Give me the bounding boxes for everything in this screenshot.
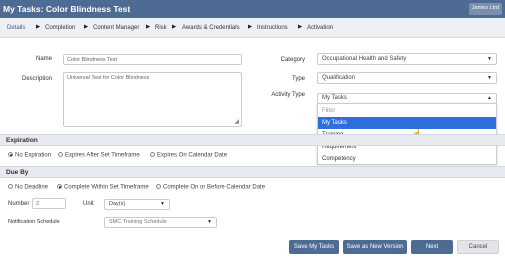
tab-risk[interactable]: Risk [155, 25, 167, 31]
category-value: Occupational Health and Safety [322, 56, 407, 62]
save-as-new-version-button[interactable]: Save as New Version [343, 240, 407, 254]
tab-instructions[interactable]: Instructions [257, 25, 288, 31]
tab-details[interactable]: Details [7, 25, 25, 31]
type-value: Qualification [322, 75, 356, 81]
number-input[interactable]: 2 [32, 198, 66, 209]
radio-label: Expires On Calendar Date [157, 152, 228, 159]
chevron-right-icon: ▶ [298, 24, 303, 30]
caret-up-icon: ▲ [487, 95, 492, 101]
due-by-section-header: Due By [0, 166, 505, 178]
tab-activation[interactable]: Activation [307, 25, 333, 31]
radio-complete-on-calendar-date[interactable]: Complete On or Before Calendar Date [156, 184, 265, 191]
cancel-button[interactable]: Cancel [457, 240, 499, 254]
chevron-right-icon: ▶ [36, 24, 41, 30]
user-menu-button[interactable]: James Ltrd [468, 3, 502, 15]
save-my-tasks-button[interactable]: Save My Tasks [289, 240, 339, 254]
radio-empty-icon [58, 152, 63, 157]
chevron-right-icon: ▶ [172, 24, 177, 30]
unit-label: Unit [83, 201, 94, 207]
radio-no-deadline[interactable]: No Deadline [8, 184, 48, 191]
radio-label: Complete On or Before Calendar Date [163, 184, 266, 191]
category-label: Category [280, 57, 305, 63]
name-label: Name [35, 56, 52, 62]
dropdown-option-my-tasks[interactable]: My Tasks [318, 117, 496, 129]
due-by-heading: Due By [6, 169, 29, 176]
chevron-right-icon: ▶ [146, 24, 151, 30]
notification-schedule-select[interactable]: SMC Training Schedule ▼ [104, 217, 217, 228]
chevron-right-icon: ▶ [84, 24, 89, 30]
radio-expires-after-timeframe[interactable]: Expires After Set Timeframe [58, 152, 140, 159]
radio-label: Expires After Set Timeframe [65, 152, 140, 159]
radio-expires-on-calendar-date[interactable]: Expires On Calendar Date [150, 152, 227, 159]
unit-select[interactable]: Day(s) ▼ [104, 199, 170, 210]
description-textarea[interactable]: Universal Test for Color Blindness ◢ [63, 72, 242, 127]
radio-label: No Deadline [15, 184, 49, 191]
tab-bar: Details ▶ Completion ▶ Content Manager ▶… [0, 18, 505, 38]
tab-completion[interactable]: Completion [45, 25, 75, 31]
radio-complete-within-timeframe[interactable]: Complete Within Set Timeframe [57, 184, 149, 191]
caret-down-icon: ▼ [207, 219, 212, 225]
app-window: My Tasks: Color Blindness Test James Ltr… [0, 0, 505, 257]
dropdown-option-competency[interactable]: Competency [318, 153, 496, 165]
category-select[interactable]: Occupational Health and Safety ▼ [317, 53, 497, 65]
tab-awards-credentials[interactable]: Awards & Credentials [182, 25, 240, 31]
expiration-heading: Expiration [6, 137, 38, 144]
resize-grip-icon[interactable]: ◢ [234, 118, 239, 125]
radio-no-expiration[interactable]: No Expiration [8, 152, 51, 159]
next-button[interactable]: Next [411, 240, 453, 254]
radio-empty-icon [8, 184, 13, 189]
description-label: Description [21, 76, 52, 82]
number-label: Number [8, 201, 30, 207]
radio-empty-icon [150, 152, 155, 157]
radio-selected-icon [8, 152, 13, 157]
activity-type-label: Activity Type [271, 92, 305, 98]
unit-value: Day(s) [109, 201, 126, 207]
notification-schedule-label: Notification Schedule [8, 219, 60, 225]
tab-content-manager[interactable]: Content Manager [93, 25, 139, 31]
radio-label: Complete Within Set Timeframe [64, 184, 149, 191]
caret-down-icon: ▼ [160, 201, 165, 207]
activity-type-value: My Tasks [322, 95, 347, 101]
type-label: Type [291, 76, 305, 82]
caret-down-icon: ▼ [487, 75, 492, 81]
expiration-section-header: Expiration [0, 134, 505, 146]
chevron-right-icon: ▶ [248, 24, 253, 30]
type-select[interactable]: Qualification ▼ [317, 72, 497, 84]
dropdown-filter-input[interactable]: Filter [318, 105, 496, 117]
description-text: Universal Test for Color Blindness [67, 75, 150, 81]
caret-down-icon: ▼ [487, 56, 492, 62]
name-input[interactable]: Color Blindness Test [63, 54, 242, 65]
radio-label: No Expiration [15, 152, 52, 159]
page-title: My Tasks: Color Blindness Test [3, 4, 131, 14]
notification-schedule-value: SMC Training Schedule [109, 219, 167, 225]
radio-selected-icon [57, 184, 62, 189]
title-bar: My Tasks: Color Blindness Test James Ltr… [0, 0, 505, 18]
radio-empty-icon [156, 184, 161, 189]
